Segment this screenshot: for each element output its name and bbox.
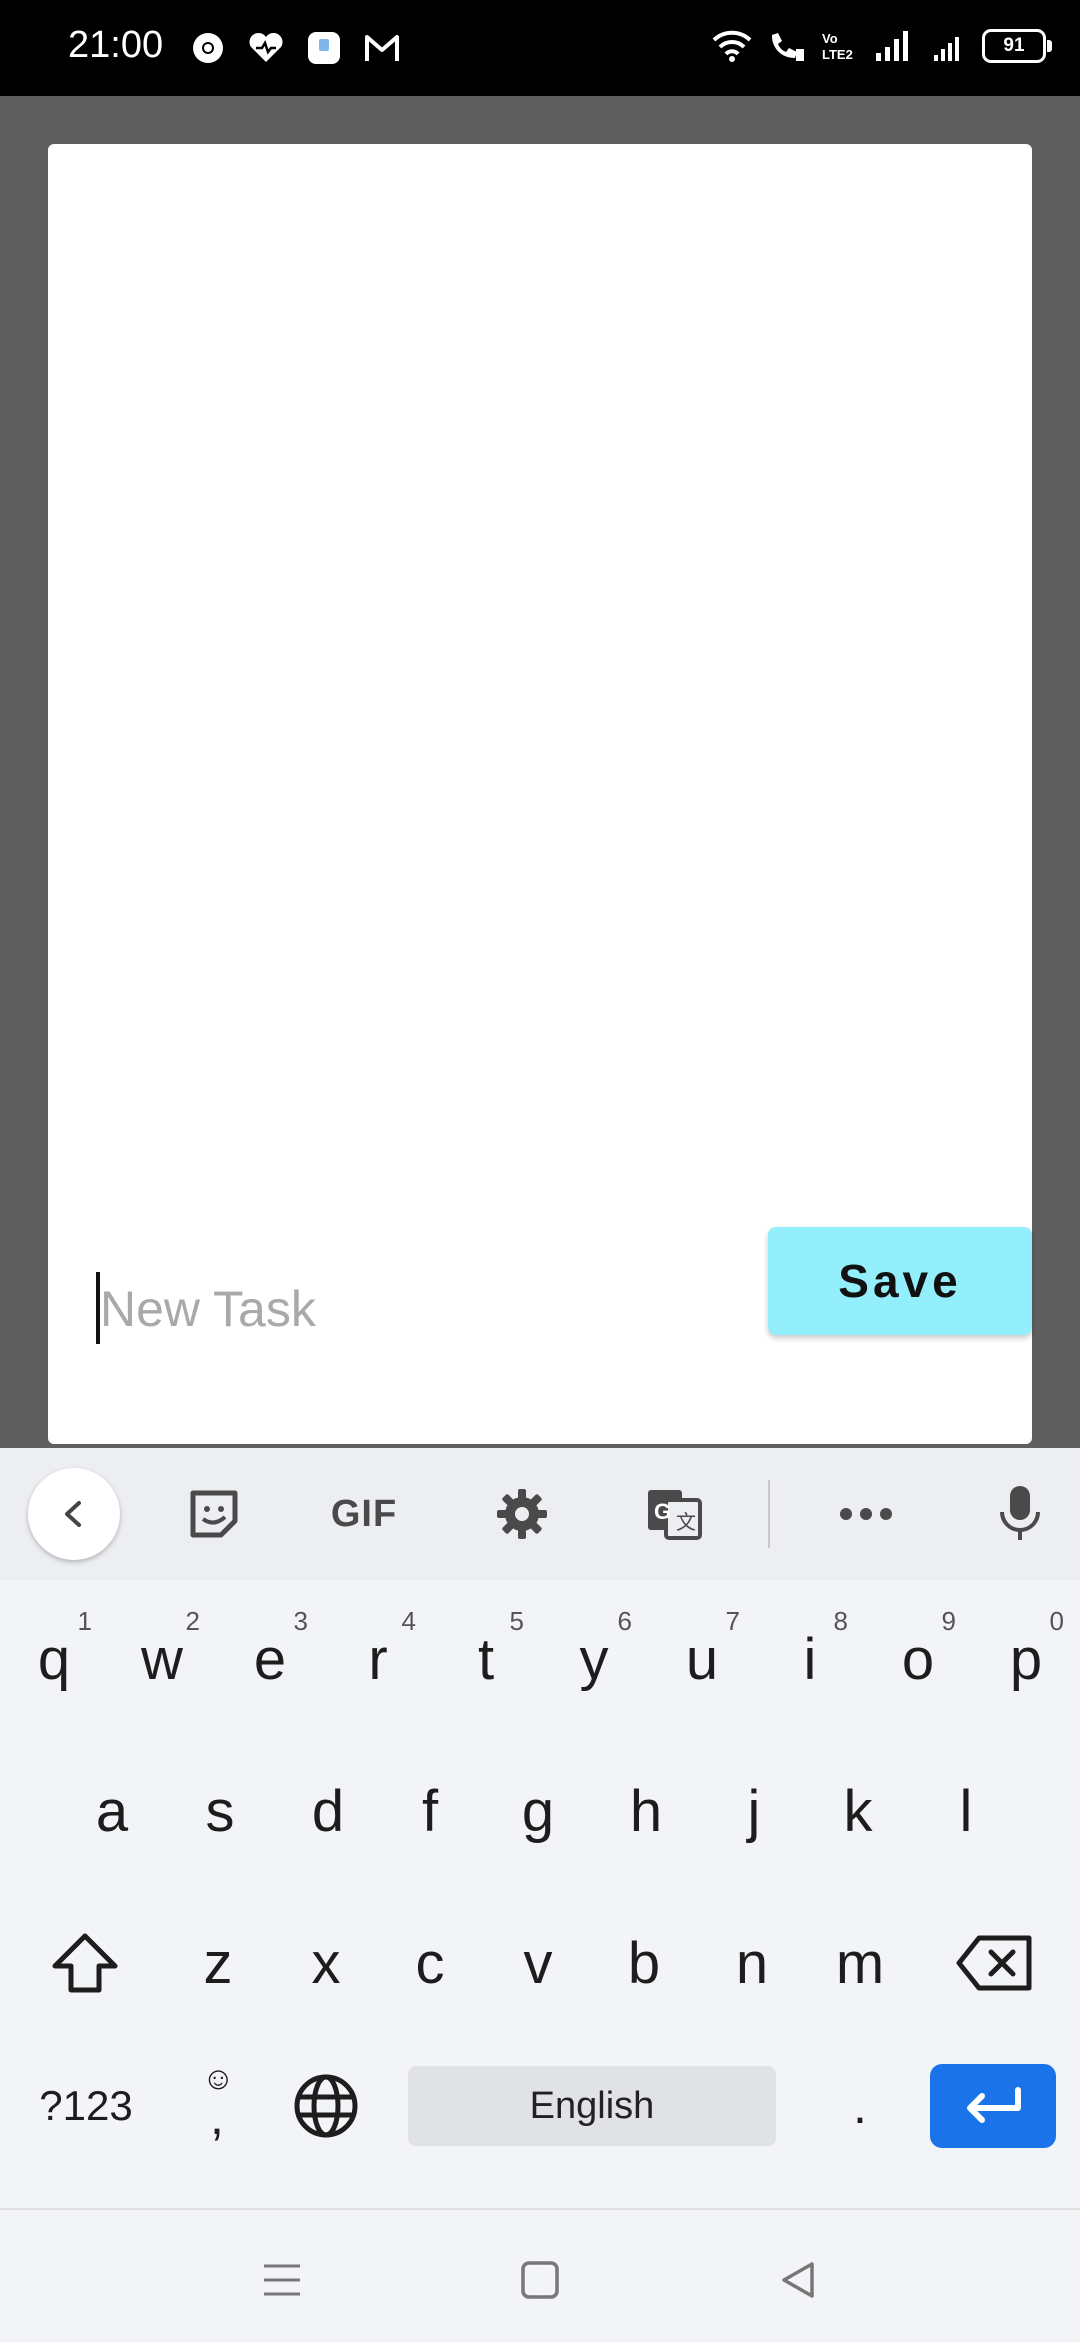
toolbar-divider	[768, 1480, 770, 1548]
key-row-3: z x c v b n m	[0, 1888, 1080, 2038]
space-bar[interactable]: English	[408, 2066, 776, 2146]
key-a[interactable]: a	[58, 1736, 166, 1886]
key-x[interactable]: x	[272, 1888, 380, 2038]
language-globe-icon[interactable]	[276, 2040, 376, 2172]
key-row-1: q1 w2 e3 r4 t5 y6 u7 i8 o9 p0	[0, 1584, 1080, 1734]
key-u[interactable]: u7	[650, 1584, 754, 1734]
key-j[interactable]: j	[700, 1736, 808, 1886]
recents-menu-icon[interactable]	[252, 2250, 312, 2310]
key-y[interactable]: y6	[542, 1584, 646, 1734]
status-bar: 21:00 Vo LTE2 91	[0, 0, 1080, 96]
key-f[interactable]: f	[376, 1736, 484, 1886]
symbols-key[interactable]: ?123	[12, 2040, 160, 2172]
svg-text:LTE2: LTE2	[822, 47, 853, 62]
svg-text:G: G	[654, 1499, 671, 1524]
chrome-icon	[188, 28, 228, 68]
period-key[interactable]: .	[812, 2040, 908, 2172]
status-time: 21:00	[68, 24, 164, 66]
key-row-2: a s d f g h j k l	[0, 1736, 1080, 1886]
volte-icon: Vo LTE2	[820, 26, 860, 66]
enter-key[interactable]	[930, 2064, 1056, 2148]
system-icons: Vo LTE2 91	[712, 26, 1052, 66]
signal-icon	[874, 26, 914, 66]
comma-label: ,	[210, 2089, 224, 2145]
back-triangle-icon[interactable]	[768, 2250, 828, 2310]
microphone-icon[interactable]	[984, 1478, 1056, 1550]
system-nav-bar	[0, 2208, 1080, 2342]
svg-text:Vo: Vo	[822, 31, 838, 46]
shift-key[interactable]	[30, 1888, 140, 2038]
battery-icon: 91	[982, 29, 1052, 63]
key-h[interactable]: h	[592, 1736, 700, 1886]
emoji-comma-key[interactable]: ☺ ,	[172, 2040, 264, 2172]
key-s[interactable]: s	[166, 1736, 274, 1886]
health-icon	[246, 28, 286, 68]
key-p[interactable]: p0	[974, 1584, 1078, 1734]
keyboard-toolbar: GIF G文	[0, 1448, 1080, 1580]
enter-arrow-icon	[967, 2087, 1021, 2123]
signal-icon-2	[928, 26, 968, 66]
key-k[interactable]: k	[804, 1736, 912, 1886]
key-row-4: ?123 ☺ , English .	[0, 2040, 1080, 2172]
key-w[interactable]: w2	[110, 1584, 214, 1734]
gmail-icon	[362, 28, 402, 68]
key-n[interactable]: n	[698, 1888, 806, 2038]
app-icon	[304, 28, 344, 68]
key-d[interactable]: d	[274, 1736, 382, 1886]
wifi-icon	[712, 26, 752, 66]
back-chevron-icon[interactable]	[28, 1468, 120, 1560]
key-i[interactable]: i8	[758, 1584, 862, 1734]
key-e[interactable]: e3	[218, 1584, 322, 1734]
gif-icon[interactable]: GIF	[320, 1478, 408, 1550]
key-g[interactable]: g	[484, 1736, 592, 1886]
backspace-key[interactable]	[940, 1888, 1050, 2038]
key-r[interactable]: r4	[326, 1584, 430, 1734]
key-c[interactable]: c	[376, 1888, 484, 2038]
key-q[interactable]: q1	[2, 1584, 106, 1734]
svg-text:文: 文	[676, 1510, 696, 1534]
save-button[interactable]: Save	[768, 1227, 1032, 1335]
key-t[interactable]: t5	[434, 1584, 538, 1734]
text-cursor	[96, 1272, 100, 1344]
soft-keyboard: GIF G文 q1 w2 e3 r4 t5 y6 u7 i8 o9 p0 a s…	[0, 1448, 1080, 2208]
home-square-icon[interactable]	[510, 2250, 570, 2310]
settings-gear-icon[interactable]	[486, 1478, 558, 1550]
battery-level: 91	[1003, 35, 1025, 56]
key-b[interactable]: b	[590, 1888, 698, 2038]
translate-icon[interactable]: G文	[638, 1478, 710, 1550]
more-dots-icon[interactable]	[830, 1478, 902, 1550]
key-m[interactable]: m	[806, 1888, 914, 2038]
key-v[interactable]: v	[484, 1888, 592, 2038]
key-o[interactable]: o9	[866, 1584, 970, 1734]
notification-icons	[188, 28, 402, 68]
new-task-dialog: Save	[48, 144, 1032, 1444]
key-l[interactable]: l	[912, 1736, 1020, 1886]
sticker-icon[interactable]	[178, 1478, 250, 1550]
key-z[interactable]: z	[164, 1888, 272, 2038]
wifi-calling-icon	[766, 26, 806, 66]
